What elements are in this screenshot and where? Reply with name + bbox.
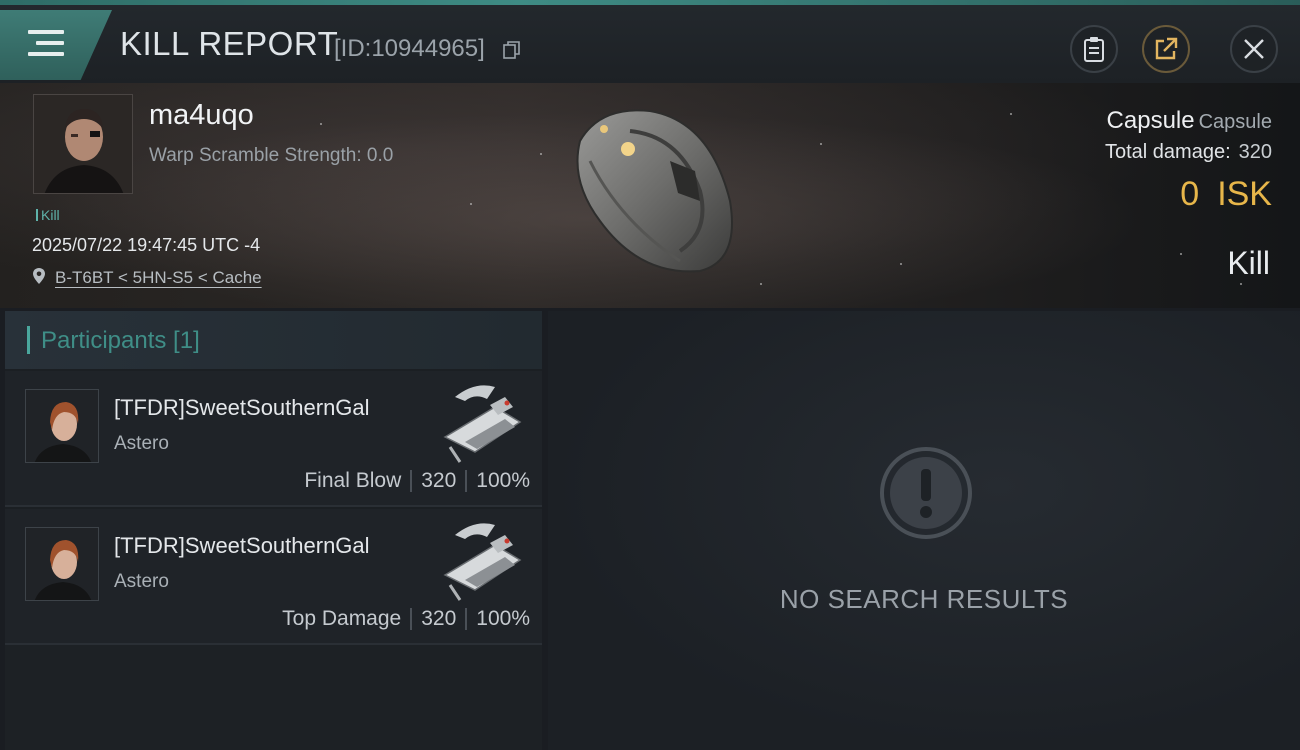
header-bar: KILL REPORT [ID:10944965] xyxy=(0,5,1300,83)
exclamation-icon xyxy=(880,447,972,539)
participants-empty-area xyxy=(5,645,542,750)
kill-tag: Kill xyxy=(36,207,60,223)
total-damage: Total damage: 320 xyxy=(1105,141,1272,164)
participant-role: Top Damage xyxy=(282,607,402,630)
victim-avatar xyxy=(34,95,132,193)
participant-percent: 100% xyxy=(476,469,530,492)
copy-icon[interactable] xyxy=(503,40,521,60)
participant-name[interactable]: [TFDR]SweetSouthernGal xyxy=(114,395,370,421)
isk-amount: 0 xyxy=(1180,175,1200,213)
total-damage-value: 320 xyxy=(1238,141,1272,163)
victim-ship: Capsule Capsule xyxy=(1107,107,1272,135)
ship-name: Capsule xyxy=(1106,107,1195,134)
participant-row[interactable]: [TFDR]SweetSouthernGal Astero Final Blow… xyxy=(5,371,542,507)
close-icon xyxy=(1244,39,1264,59)
total-damage-label: Total damage: xyxy=(1104,141,1231,163)
stats-divider xyxy=(410,608,413,630)
page-title: KILL REPORT xyxy=(120,25,339,62)
astero-ship-image xyxy=(443,523,522,601)
stats-divider xyxy=(465,470,468,492)
location-pin-icon xyxy=(33,268,45,284)
share-button[interactable] xyxy=(1142,25,1190,73)
report-id: [ID:10944965] xyxy=(334,35,485,62)
search-results-panel: NO SEARCH RESULTS xyxy=(548,311,1300,750)
capsule-ship-image xyxy=(576,109,733,273)
isk-unit: ISK xyxy=(1217,175,1272,213)
victim-banner: ma4uqo Warp Scramble Strength: 0.0 Kill … xyxy=(0,83,1300,308)
participant-percent: 100% xyxy=(476,607,530,630)
participant-avatar[interactable] xyxy=(25,389,99,463)
kill-type-label: Kill xyxy=(1227,245,1270,281)
participant-row[interactable]: [TFDR]SweetSouthernGal Astero Top Damage… xyxy=(5,509,542,645)
kill-datetime: 2025/07/22 19:47:45 UTC -4 xyxy=(32,235,261,255)
participant-avatar[interactable] xyxy=(25,527,99,601)
participant-portrait xyxy=(26,390,98,462)
participant-name[interactable]: [TFDR]SweetSouthernGal xyxy=(114,533,370,559)
share-icon xyxy=(1155,37,1178,60)
participants-panel: Participants [1] [TFDR]SweetSouthernGal … xyxy=(5,311,542,750)
clipboard-button[interactable] xyxy=(1070,25,1118,73)
isk-value: 0 ISK xyxy=(1180,175,1272,214)
menu-icon xyxy=(28,30,64,60)
warp-scramble-strength: Warp Scramble Strength: 0.0 xyxy=(149,145,394,166)
close-button[interactable] xyxy=(1230,25,1278,73)
participants-header-accent xyxy=(27,326,30,354)
participants-header[interactable]: Participants [1] xyxy=(5,311,542,369)
location-link[interactable]: B-T6BT < 5HN-S5 < Cache xyxy=(55,268,262,288)
victim-name[interactable]: ma4uqo xyxy=(149,99,254,132)
participant-ship: Astero xyxy=(114,433,169,454)
stats-divider xyxy=(410,470,413,492)
no-search-results-text: NO SEARCH RESULTS xyxy=(779,584,1069,614)
astero-ship-image xyxy=(443,385,522,463)
ship-class: Capsule xyxy=(1198,111,1272,133)
stats-divider xyxy=(465,608,468,630)
victim-portrait[interactable] xyxy=(33,94,133,194)
participant-portrait xyxy=(26,528,98,600)
participant-stats: Top Damage 320 100% xyxy=(282,607,530,631)
participant-damage: 320 xyxy=(421,607,457,630)
participant-damage: 320 xyxy=(421,469,457,492)
participant-ship: Astero xyxy=(114,571,169,592)
menu-button[interactable] xyxy=(0,10,112,80)
participant-stats: Final Blow 320 100% xyxy=(304,469,530,493)
participant-role: Final Blow xyxy=(304,469,402,492)
participants-title: Participants [1] xyxy=(41,327,200,354)
clipboard-icon xyxy=(1084,37,1104,62)
